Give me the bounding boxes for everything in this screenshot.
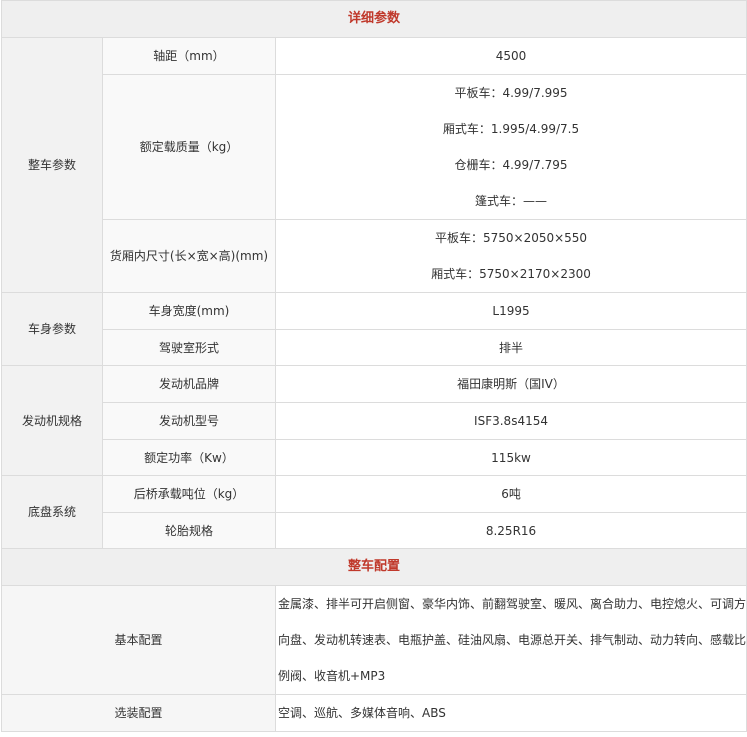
param-value-rated-load: 平板车：4.99/7.995 厢式车：1.995/4.99/7.5 仓栅车：4.… [274, 74, 747, 220]
detail-section-title: 详细参数 [0, 0, 747, 38]
param-value-rated-power: 115kw [274, 439, 747, 476]
param-value-cab-type: 排半 [274, 329, 747, 366]
cargo-size-van: 厢式车：5750×2170×2300 [431, 267, 591, 281]
rated-load-stake: 仓栅车：4.99/7.795 [454, 158, 568, 172]
param-value-tire: 8.25R16 [274, 512, 747, 549]
rated-load-canopy: 篷式车：—— [475, 194, 548, 208]
param-label-body-width: 车身宽度(mm) [102, 292, 276, 330]
param-label-cab-type: 驾驶室形式 [102, 329, 276, 366]
param-value-wheelbase: 4500 [274, 37, 747, 75]
rated-load-flatbed: 平板车：4.99/7.995 [454, 86, 568, 100]
spec-table: 详细参数 整车参数 轴距（mm） 4500 额定载质量（kg） 平板车：4.99… [0, 0, 747, 732]
param-label-tire: 轮胎规格 [102, 512, 276, 549]
param-label-rated-power: 额定功率（Kw） [102, 439, 276, 476]
param-value-engine-model: ISF3.8s4154 [274, 402, 747, 440]
param-label-wheelbase: 轴距（mm） [102, 37, 276, 75]
param-value-body-width: L1995 [274, 292, 747, 330]
config-value-optional: 空调、巡航、多媒体音响、ABS [274, 694, 747, 732]
config-label-optional: 选装配置 [1, 694, 276, 732]
config-label-basic: 基本配置 [1, 585, 276, 695]
group-label-chassis: 底盘系统 [1, 475, 103, 549]
param-value-rear-axle: 6吨 [274, 475, 747, 513]
group-label-body: 车身参数 [1, 292, 103, 366]
param-label-engine-brand: 发动机品牌 [102, 365, 276, 403]
config-section-title: 整车配置 [0, 548, 747, 586]
group-label-vehicle: 整车参数 [1, 37, 103, 293]
param-label-rated-load: 额定载质量（kg） [102, 74, 276, 220]
cargo-size-flatbed: 平板车：5750×2050×550 [434, 231, 588, 245]
param-label-cargo-size: 货厢内尺寸(长×宽×高)(mm) [102, 219, 276, 293]
config-value-basic: 金属漆、排半可开启侧窗、豪华内饰、前翻驾驶室、暖风、离合助力、电控熄火、可调方向… [274, 585, 747, 695]
group-label-engine: 发动机规格 [1, 365, 103, 476]
param-value-engine-brand: 福田康明斯（国IV） [274, 365, 747, 403]
param-label-engine-model: 发动机型号 [102, 402, 276, 440]
param-label-rear-axle: 后桥承载吨位（kg） [102, 475, 276, 513]
rated-load-van: 厢式车：1.995/4.99/7.5 [442, 122, 580, 136]
param-value-cargo-size: 平板车：5750×2050×550 厢式车：5750×2170×2300 [274, 219, 747, 293]
